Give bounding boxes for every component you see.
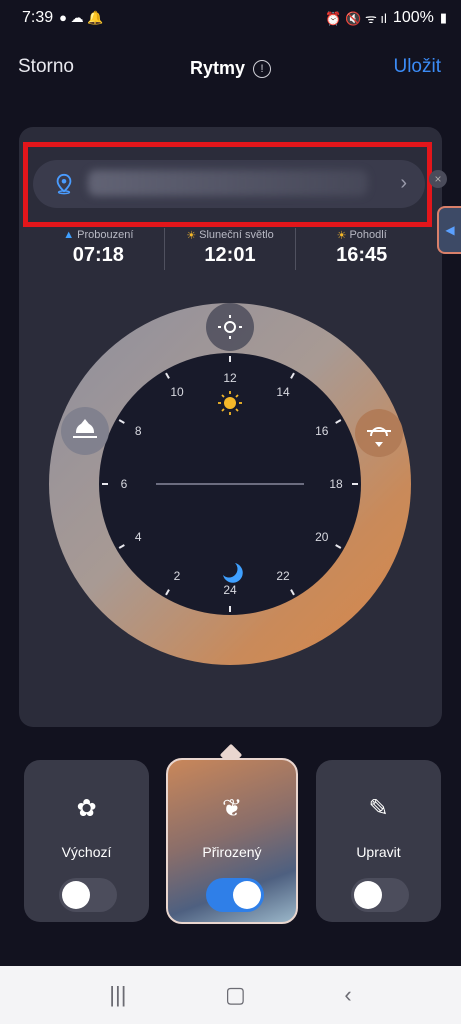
mode-default-toggle[interactable] bbox=[59, 878, 117, 912]
dial-hour-label: 22 bbox=[276, 569, 290, 583]
dial-hour-label: 10 bbox=[170, 385, 184, 399]
title-group: Rytmy ! bbox=[0, 58, 461, 79]
dial-hour-label: 14 bbox=[276, 385, 290, 399]
dial-hour-label: 4 bbox=[135, 530, 142, 544]
close-icon[interactable]: × bbox=[429, 170, 447, 188]
dial-hour-label: 8 bbox=[135, 424, 142, 438]
recent-apps-icon[interactable]: ||| bbox=[109, 982, 126, 1008]
home-icon[interactable]: ▢ bbox=[225, 982, 246, 1008]
notification-icons: ● ☁ 🔔 bbox=[59, 10, 104, 25]
wake-time[interactable]: ▲ Probouzení 07:18 bbox=[33, 228, 164, 270]
mode-natural[interactable]: ❦ Přirozený bbox=[166, 758, 298, 924]
mode-default-label: Výchozí bbox=[61, 844, 112, 860]
mode-custom-label: Upravit bbox=[356, 844, 401, 860]
pencil-icon: ✎ bbox=[368, 795, 389, 822]
dial-hour-label: 2 bbox=[174, 569, 181, 583]
dial-hour-label: 6 bbox=[121, 477, 128, 491]
mode-custom[interactable]: ✎ Upravit bbox=[316, 760, 441, 922]
comfort-time[interactable]: ☀ Pohodlí 16:45 bbox=[295, 228, 427, 270]
header: Storno Rytmy ! Uložit bbox=[0, 50, 461, 90]
mode-natural-label: Přirozený bbox=[202, 844, 262, 860]
battery-icon: ▮ bbox=[439, 10, 447, 25]
dial-hour-label: 20 bbox=[315, 530, 329, 544]
page-title: Rytmy bbox=[189, 58, 246, 78]
flower-icon: ✿ bbox=[76, 795, 97, 822]
sunrise-icon: ▲ bbox=[63, 229, 75, 241]
save-button[interactable]: Uložit bbox=[393, 56, 441, 78]
mode-natural-toggle[interactable] bbox=[206, 878, 264, 912]
system-nav-bar: ||| ▢ ‹ bbox=[0, 966, 461, 1024]
battery-level: 100% bbox=[392, 9, 434, 26]
mode-selector: ✿ Výchozí ❦ Přirozený ✎ Upravit bbox=[0, 758, 461, 930]
status-time: 7:39 bbox=[22, 9, 54, 26]
dial-hour-label: 18 bbox=[329, 477, 343, 491]
times-row: ▲ Probouzení 07:18 ☀ Sluneční světlo 12:… bbox=[33, 228, 427, 270]
wake-value: 07:18 bbox=[72, 244, 124, 266]
leaf-icon: ❦ bbox=[221, 795, 243, 822]
side-panel-tab[interactable]: ◀ bbox=[437, 206, 461, 254]
sunlight-time[interactable]: ☀ Sluneční světlo 12:01 bbox=[163, 228, 296, 270]
comfort-handle[interactable] bbox=[355, 409, 403, 457]
sunlight-label: Sluneční světlo bbox=[199, 229, 274, 241]
mode-custom-toggle[interactable] bbox=[351, 878, 409, 912]
wake-handle[interactable] bbox=[61, 407, 109, 455]
system-icons: ⏰ 🔇 ᯤ ıl bbox=[325, 11, 387, 26]
comfort-value: 16:45 bbox=[336, 244, 388, 266]
sun-icon: ☀ bbox=[186, 229, 197, 242]
status-bar: 7:39 ● ☁ 🔔 ⏰ 🔇 ᯤ ıl 100% ▮ bbox=[0, 0, 461, 36]
back-icon[interactable]: ‹ bbox=[344, 982, 351, 1008]
comfort-label: Pohodlí bbox=[349, 229, 387, 241]
wake-label: Probouzení bbox=[77, 229, 134, 241]
sunlight-value: 12:01 bbox=[204, 244, 256, 266]
sunset-icon: ☀ bbox=[336, 229, 347, 242]
sunlight-handle[interactable] bbox=[206, 303, 254, 351]
dial-hour-label: 16 bbox=[315, 424, 329, 438]
dial-hour-label: 24 bbox=[223, 583, 237, 597]
location-highlight bbox=[23, 142, 432, 227]
rhythm-dial[interactable]: 12141618202224246810 bbox=[49, 303, 411, 665]
dial-hour-label: 12 bbox=[223, 371, 237, 385]
mode-default[interactable]: ✿ Výchozí bbox=[24, 760, 149, 922]
info-icon[interactable]: ! bbox=[253, 59, 272, 78]
